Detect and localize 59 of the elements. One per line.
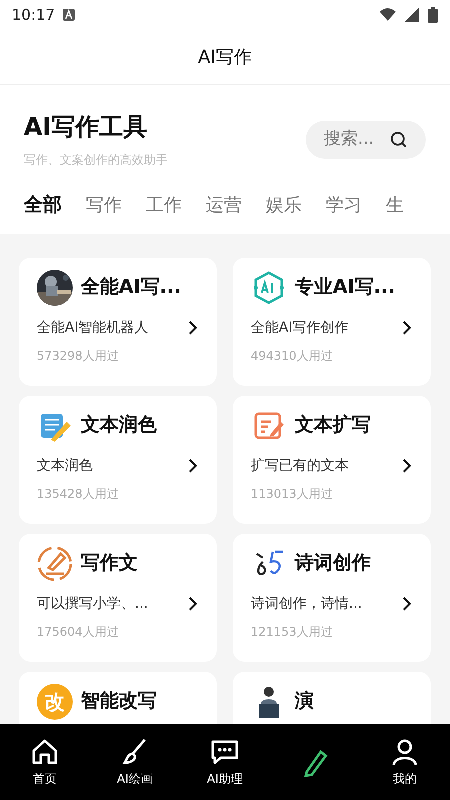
- tool-description: 扩写已有的文本: [251, 456, 349, 476]
- category-tab[interactable]: 运营: [206, 191, 242, 220]
- chevron-right-icon: [187, 458, 199, 474]
- chevron-right-icon: [187, 320, 199, 336]
- search-bar[interactable]: 搜索...: [306, 121, 426, 159]
- section-subtitle: 写作、文案创作的高效助手: [24, 152, 168, 169]
- edit-badge-icon: 改: [37, 684, 73, 720]
- category-tab[interactable]: 学习: [326, 191, 362, 220]
- tool-name: 智能改写: [81, 689, 157, 714]
- tool-description: 文本润色: [37, 456, 93, 476]
- tool-description: 可以撰写小学、...: [37, 594, 148, 614]
- search-input[interactable]: 搜索...: [324, 127, 382, 153]
- tool-name: 文本扩写: [295, 413, 371, 438]
- writing-icon: [37, 546, 73, 582]
- tool-name: 诗词创作: [295, 551, 371, 576]
- usage-count: 494310人用过: [251, 348, 334, 364]
- tool-card[interactable]: 全能AI写... 全能AI智能机器人 573298人用过: [19, 258, 217, 386]
- tool-card[interactable]: 诗词创作 诗词创作，诗情... 121153人用过: [233, 534, 431, 662]
- category-tab[interactable]: 全部: [24, 191, 62, 220]
- section-title: AI写作工具: [24, 115, 149, 139]
- tool-name: 文本润色: [81, 413, 157, 438]
- status-time: 10:17: [12, 4, 56, 26]
- tool-description: 诗词创作，诗情...: [251, 594, 362, 614]
- tool-name: 写作文: [81, 551, 138, 576]
- wifi-icon: [380, 7, 396, 23]
- search-icon: [390, 131, 408, 149]
- tool-name: 专业AI写...: [295, 275, 396, 300]
- chevron-right-icon: [401, 320, 413, 336]
- signal-icon: [404, 7, 420, 23]
- page-title: AI写作: [198, 46, 252, 70]
- chevron-right-icon: [401, 458, 413, 474]
- usage-count: 113013人用过: [251, 486, 334, 502]
- tool-card[interactable]: 改 智能改写: [19, 672, 217, 724]
- tool-card[interactable]: 文本扩写 扩写已有的文本 113013人用过: [233, 396, 431, 524]
- nav-tab[interactable]: AI绘画: [105, 736, 165, 788]
- category-tab[interactable]: 工作: [146, 191, 182, 220]
- tool-name: 全能AI写...: [81, 275, 182, 300]
- notification-icon: [63, 9, 76, 21]
- chevron-right-icon: [187, 596, 199, 612]
- tool-name: 演: [295, 689, 314, 714]
- tool-card[interactable]: 演: [233, 672, 431, 724]
- tool-card[interactable]: 文本润色 文本润色 135428人用过: [19, 396, 217, 524]
- category-tab[interactable]: 娱乐: [266, 191, 302, 220]
- battery-icon: [428, 7, 438, 23]
- tool-description: 全能AI写作创作: [251, 318, 349, 338]
- tool-card[interactable]: 专业AI写... 全能AI写作创作 494310人用过: [233, 258, 431, 386]
- nav-tab[interactable]: 首页: [15, 736, 75, 788]
- usage-count: 121153人用过: [251, 624, 334, 640]
- category-tab[interactable]: 写作: [86, 191, 122, 220]
- usage-count: 135428人用过: [37, 486, 120, 502]
- nav-tab[interactable]: AI助理: [195, 736, 255, 788]
- tool-description: 全能AI智能机器人: [37, 318, 149, 338]
- tool-card[interactable]: 写作文 可以撰写小学、... 175604人用过: [19, 534, 217, 662]
- chevron-right-icon: [401, 596, 413, 612]
- ai-hexagon-icon: [251, 270, 287, 306]
- category-tab[interactable]: 生: [386, 191, 404, 220]
- usage-count: 573298人用过: [37, 348, 120, 364]
- usage-count: 175604人用过: [37, 624, 120, 640]
- nav-tab[interactable]: 我的: [375, 736, 435, 788]
